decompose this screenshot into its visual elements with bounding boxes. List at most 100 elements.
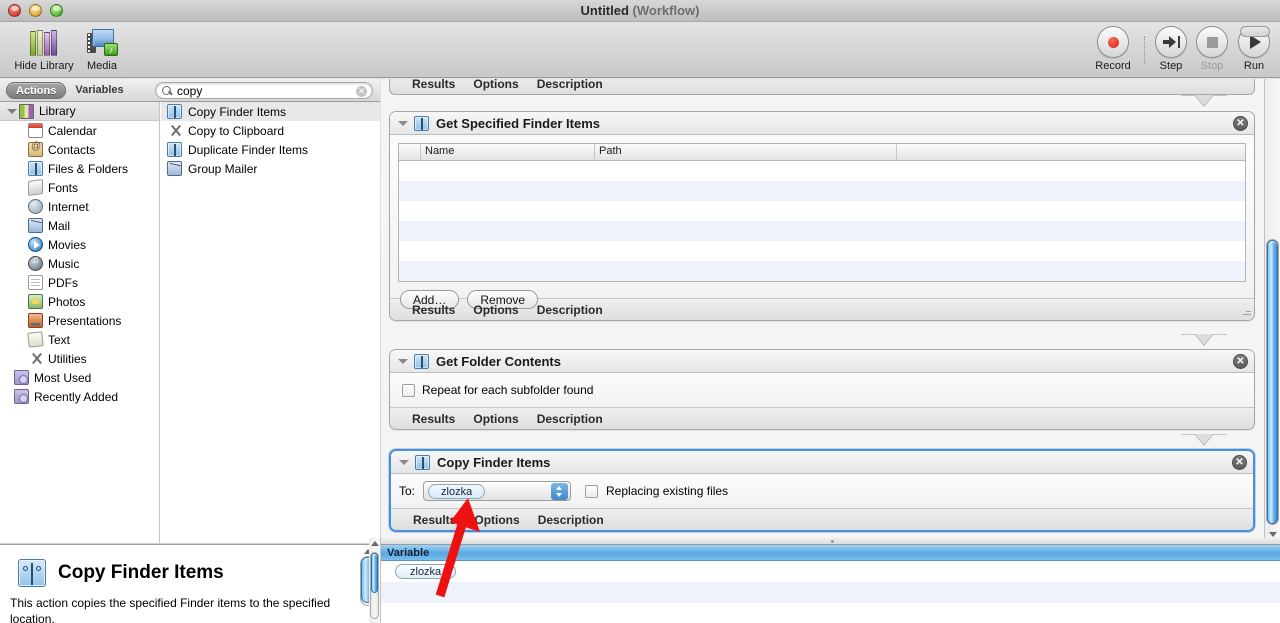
table-column-extra[interactable]	[897, 144, 1245, 160]
action-header[interactable]: Get Folder Contents ✕	[390, 350, 1254, 373]
resize-handle-icon[interactable]	[1240, 307, 1251, 318]
list-item-copy-to-clipboard[interactable]: Copy to Clipboard	[161, 121, 380, 140]
sidebar-item-internet[interactable]: Internet	[0, 197, 159, 216]
sidebar-item-contacts[interactable]: Contacts	[0, 140, 159, 159]
description-tab[interactable]: Description	[537, 303, 603, 317]
table-row[interactable]	[399, 261, 1245, 281]
table-row[interactable]	[399, 181, 1245, 201]
clear-search-icon[interactable]: ✕	[356, 86, 367, 97]
workflow-canvas[interactable]: Results Options Description Get Specifie…	[381, 79, 1264, 543]
variable-token[interactable]: zlozka	[428, 483, 486, 499]
description-tab[interactable]: Description	[538, 513, 604, 527]
destination-popup-button[interactable]: zlozka	[423, 481, 572, 501]
scroll-thumb[interactable]	[1267, 240, 1278, 524]
scroll-track[interactable]	[1266, 239, 1279, 525]
sidebar-item-mail[interactable]: Mail	[0, 216, 159, 235]
action-connector	[1181, 95, 1227, 108]
list-item-duplicate-finder-items[interactable]: Duplicate Finder Items	[161, 140, 380, 159]
action-header[interactable]: Copy Finder Items ✕	[391, 451, 1253, 474]
toolbar-pill-button[interactable]	[1240, 26, 1270, 37]
sidebar-item-label: Utilities	[48, 351, 87, 366]
finder-items-table[interactable]: Name Path	[398, 143, 1246, 282]
repeat-subfolders-checkbox[interactable]	[402, 383, 415, 397]
scroll-down-arrow-icon[interactable]	[1269, 532, 1277, 537]
contacts-icon	[28, 141, 43, 157]
tab-variables[interactable]: Variables	[66, 82, 132, 99]
close-icon[interactable]: ✕	[1233, 354, 1248, 369]
action-body: Name Path Add… Remove	[390, 143, 1254, 309]
description-tab[interactable]: Description	[537, 79, 603, 91]
library-root-row[interactable]: Library	[0, 102, 159, 121]
popup-stepper-icon[interactable]	[551, 483, 569, 500]
description-tab[interactable]: Description	[537, 412, 603, 426]
sidebar-item-most-used[interactable]: Most Used	[0, 368, 159, 387]
action-header[interactable]: Get Specified Finder Items ✕	[390, 112, 1254, 135]
record-button[interactable]: Record	[1085, 26, 1141, 72]
variables-pane-left-scrollbar[interactable]	[369, 538, 381, 623]
variable-column-header[interactable]: Variable	[387, 547, 429, 559]
sidebar-item-text[interactable]: Text	[0, 330, 159, 349]
table-row[interactable]	[381, 603, 1280, 623]
tab-actions[interactable]: Actions	[6, 82, 67, 99]
close-icon[interactable]: ✕	[1233, 116, 1248, 131]
library-tabs[interactable]: Actions Variables	[6, 82, 133, 99]
variable-token[interactable]: zlozka	[395, 564, 457, 579]
sidebar-item-label: Contacts	[48, 142, 96, 157]
results-tab[interactable]: Results	[413, 513, 456, 527]
sidebar-item-pdfs[interactable]: PDFs	[0, 273, 159, 292]
table-row[interactable]	[399, 241, 1245, 261]
search-input[interactable]: copy	[177, 84, 202, 98]
variables-pane[interactable]: Variable zlozka	[381, 544, 1280, 623]
textedit-icon	[27, 331, 44, 348]
table-row[interactable]	[399, 221, 1245, 241]
scroll-thumb[interactable]	[371, 553, 378, 593]
options-tab[interactable]: Options	[473, 303, 518, 317]
scroll-up-arrow-icon[interactable]	[371, 541, 379, 546]
disclosure-triangle-icon[interactable]	[6, 106, 17, 117]
close-icon[interactable]: ✕	[1232, 455, 1247, 470]
disclosure-triangle-icon[interactable]	[399, 457, 410, 468]
table-column-path[interactable]: Path	[595, 144, 897, 160]
table-row[interactable]	[399, 201, 1245, 221]
sidebar-item-fonts[interactable]: Fonts	[0, 178, 159, 197]
sidebar-item-recently-added[interactable]: Recently Added	[0, 387, 159, 406]
sidebar-item-presentations[interactable]: Presentations	[0, 311, 159, 330]
list-item-group-mailer[interactable]: Group Mailer	[161, 159, 380, 178]
disclosure-triangle-icon[interactable]	[398, 356, 409, 367]
results-tab[interactable]: Results	[412, 412, 455, 426]
options-tab[interactable]: Options	[473, 79, 518, 91]
list-item-copy-finder-items[interactable]: Copy Finder Items	[161, 102, 380, 121]
results-tab[interactable]: Results	[412, 79, 455, 91]
splitter-dimple-icon	[830, 540, 834, 543]
window-title-text: Untitled	[580, 3, 629, 18]
action-get-specified-finder-items[interactable]: Get Specified Finder Items ✕ Name Path A…	[389, 111, 1255, 321]
sidebar-item-music[interactable]: Music	[0, 254, 159, 273]
table-column-icon[interactable]	[399, 144, 421, 160]
sidebar-item-files-and-folders[interactable]: Files & Folders	[0, 159, 159, 178]
action-search-results-list[interactable]: Copy Finder Items Copy to Clipboard Dupl…	[161, 102, 380, 543]
table-row[interactable]	[381, 582, 1280, 603]
sidebar-item-calendar[interactable]: Calendar	[0, 121, 159, 140]
results-tab[interactable]: Results	[412, 303, 455, 317]
pdf-icon	[28, 275, 43, 290]
options-tab[interactable]: Options	[474, 513, 519, 527]
search-field[interactable]: copy ✕	[155, 82, 373, 99]
table-row[interactable]	[399, 161, 1245, 181]
utilities-icon	[28, 351, 43, 366]
sidebar-item-utilities[interactable]: Utilities	[0, 349, 159, 368]
replacing-existing-files-checkbox[interactable]	[585, 484, 599, 498]
variables-table-header[interactable]: Variable	[381, 545, 1280, 561]
options-tab[interactable]: Options	[473, 412, 518, 426]
media-button[interactable]: ♪ Media	[62, 25, 142, 72]
library-category-list[interactable]: Library Calendar Contacts Files & Folder…	[0, 102, 160, 543]
sidebar-item-photos[interactable]: Photos	[0, 292, 159, 311]
sidebar-item-label: Calendar	[48, 123, 97, 138]
table-row[interactable]: zlozka	[381, 561, 1280, 582]
action-copy-finder-items[interactable]: Copy Finder Items ✕ To: zlozka Replacing…	[389, 449, 1255, 532]
sidebar-item-movies[interactable]: Movies	[0, 235, 159, 254]
action-get-folder-contents[interactable]: Get Folder Contents ✕ Repeat for each su…	[389, 349, 1255, 430]
scroll-track[interactable]	[370, 552, 379, 619]
table-column-name[interactable]: Name	[421, 144, 595, 160]
workflow-scrollbar[interactable]	[1264, 79, 1280, 543]
disclosure-triangle-icon[interactable]	[398, 118, 409, 129]
